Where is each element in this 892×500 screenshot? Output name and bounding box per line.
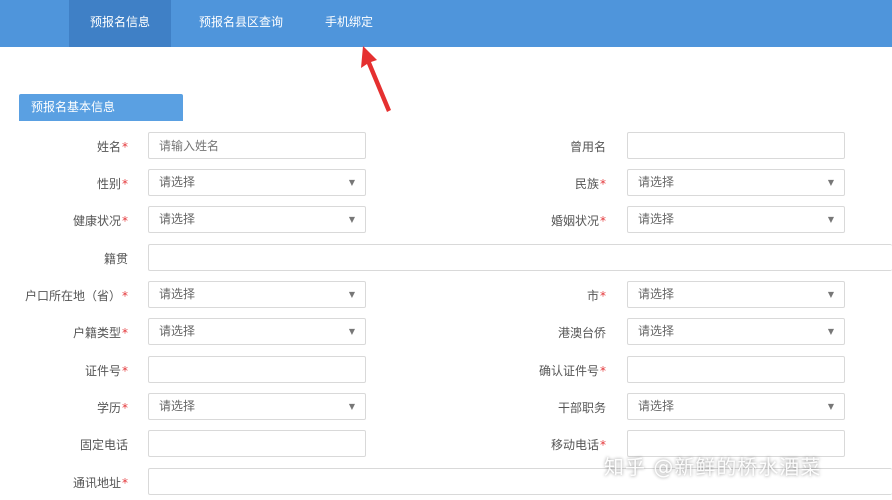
former-name-label: 曾用名 xyxy=(569,140,606,154)
red-arrow-annotation xyxy=(361,46,391,112)
address-label: 通讯地址* xyxy=(72,476,128,490)
tab-county-query[interactable]: 预报名县区查询 xyxy=(185,0,297,47)
chevron-down-icon: ▼ xyxy=(827,327,834,336)
hukou-type-select[interactable]: 请选择 ▼ xyxy=(148,318,366,345)
chevron-down-icon: ▼ xyxy=(827,290,834,299)
name-label: 姓名* xyxy=(96,140,128,154)
id-confirm-input[interactable] xyxy=(627,356,845,383)
cadre-select[interactable]: 请选择 ▼ xyxy=(627,393,845,420)
marital-label: 婚姻状况* xyxy=(550,214,606,228)
hukou-type-label: 户籍类型* xyxy=(72,326,128,340)
hukou-province-label: 户口所在地（省）* xyxy=(24,289,128,303)
ethnicity-label: 民族* xyxy=(574,177,606,191)
chevron-down-icon: ▼ xyxy=(348,178,355,187)
id-confirm-label: 确认证件号* xyxy=(538,364,606,378)
tab-phone-binding[interactable]: 手机绑定 xyxy=(310,0,388,47)
health-select[interactable]: 请选择 ▼ xyxy=(148,206,366,233)
hmt-select[interactable]: 请选择 ▼ xyxy=(627,318,845,345)
chevron-down-icon: ▼ xyxy=(348,215,355,224)
id-label: 证件号* xyxy=(84,364,128,378)
chevron-down-icon: ▼ xyxy=(827,402,834,411)
hukou-province-select[interactable]: 请选择 ▼ xyxy=(148,281,366,308)
mobile-label: 移动电话* xyxy=(550,438,606,452)
id-input[interactable] xyxy=(148,356,366,383)
native-place-input[interactable] xyxy=(148,244,892,271)
native-place-label: 籍贯 xyxy=(103,252,128,266)
marital-select[interactable]: 请选择 ▼ xyxy=(627,206,845,233)
chevron-down-icon: ▼ xyxy=(827,215,834,224)
city-label: 市* xyxy=(586,289,606,303)
ethnicity-select[interactable]: 请选择 ▼ xyxy=(627,169,845,196)
zhihu-watermark: 知乎 @新鲜的桥水酒菜 xyxy=(604,455,822,479)
education-label: 学历* xyxy=(96,401,128,415)
phone-label: 固定电话 xyxy=(79,438,128,452)
name-input[interactable] xyxy=(148,132,366,159)
top-nav-bar: 预报名信息 预报名县区查询 手机绑定 xyxy=(0,0,892,47)
section-title: 预报名基本信息 xyxy=(19,94,183,121)
health-label: 健康状况* xyxy=(72,214,128,228)
gender-select[interactable]: 请选择 ▼ xyxy=(148,169,366,196)
chevron-down-icon: ▼ xyxy=(348,402,355,411)
tab-pre-registration-info[interactable]: 预报名信息 xyxy=(69,0,171,47)
former-name-input[interactable] xyxy=(627,132,845,159)
phone-input[interactable] xyxy=(148,430,366,457)
city-select[interactable]: 请选择 ▼ xyxy=(627,281,845,308)
gender-label: 性别* xyxy=(96,177,128,191)
hmt-label: 港澳台侨 xyxy=(557,326,606,340)
cadre-label: 干部职务 xyxy=(557,401,606,415)
chevron-down-icon: ▼ xyxy=(348,327,355,336)
education-select[interactable]: 请选择 ▼ xyxy=(148,393,366,420)
chevron-down-icon: ▼ xyxy=(348,290,355,299)
chevron-down-icon: ▼ xyxy=(827,178,834,187)
